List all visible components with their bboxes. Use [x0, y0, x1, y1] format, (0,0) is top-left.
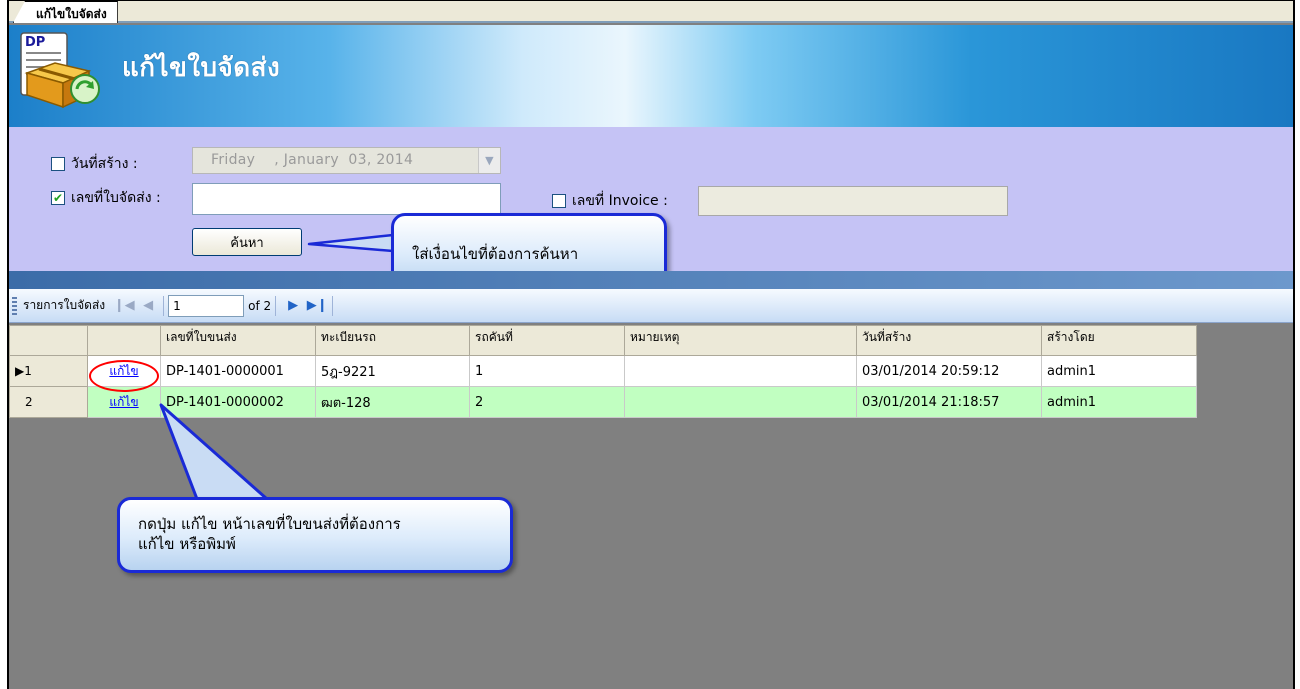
table-row[interactable]: ▶1 แก้ไข DP-1401-0000001 5ฎ-9221 1 03/01…: [9, 355, 1197, 387]
toolbar-separator: [332, 295, 334, 316]
toolbar-separator: [163, 295, 165, 316]
row-header[interactable]: 2: [9, 386, 88, 418]
move-last-icon[interactable]: ▶❙: [306, 295, 328, 317]
edit-hint-line2: แก้ไข หรือพิมพ์: [138, 535, 236, 553]
car-no-cell[interactable]: 2: [469, 386, 625, 418]
invoice-checkbox[interactable]: [552, 194, 566, 208]
invoice-input[interactable]: [698, 186, 1008, 216]
row-number: 1: [24, 364, 32, 378]
logo-text: DP: [25, 35, 45, 50]
window-frame: แก้ไขใบจัดส่ง DP แก้ไขใบจัดส่ง วันที่สร้…: [7, 0, 1295, 689]
column-header-car-no[interactable]: รถคันที่: [469, 325, 625, 356]
created-date-checkbox[interactable]: [51, 157, 65, 171]
created-date-value: Friday , January 03, 2014: [211, 152, 414, 168]
created-date-picker[interactable]: Friday , January 03, 2014 ▼: [192, 147, 501, 174]
invoice-label: เลขที่ Invoice :: [572, 193, 668, 209]
header-banner: DP แก้ไขใบจัดส่ง: [9, 25, 1293, 127]
created-by-cell[interactable]: admin1: [1041, 386, 1197, 418]
column-header-plate[interactable]: ทะเบียนรถ: [315, 325, 470, 356]
delivery-no-checkbox[interactable]: ✔: [51, 191, 65, 205]
move-first-icon[interactable]: ❙◀: [113, 295, 135, 317]
row-header[interactable]: ▶1: [9, 355, 88, 387]
doc-no-cell[interactable]: DP-1401-0000001: [160, 355, 316, 387]
invoice-row: เลขที่ Invoice :: [552, 190, 668, 212]
created-by-cell[interactable]: admin1: [1041, 355, 1197, 387]
delivery-no-row: ✔ เลขที่ใบจัดส่ง :: [51, 187, 161, 209]
delivery-no-label: เลขที่ใบจัดส่ง :: [71, 190, 161, 206]
grid-header-row: เลขที่ใบขนส่ง ทะเบียนรถ รถคันที่ หมายเหต…: [9, 325, 1197, 356]
car-no-cell[interactable]: 1: [469, 355, 625, 387]
column-header-created[interactable]: วันที่สร้าง: [856, 325, 1042, 356]
column-header-note[interactable]: หมายเหตุ: [624, 325, 857, 356]
binding-navigator: รายการใบจัดส่ง ❙◀ ◀ 1 of 2 ▶ ▶❙: [9, 289, 1293, 323]
edit-hint-callout: กดปุ่ม แก้ไข หน้าเลขที่ใบขนส่งที่ต้องการ…: [117, 497, 513, 573]
tab-edit-delivery[interactable]: แก้ไขใบจัดส่ง: [13, 1, 118, 23]
action-cell: แก้ไข: [87, 386, 161, 418]
edit-hint-line1: กดปุ่ม แก้ไข หน้าเลขที่ใบขนส่งที่ต้องการ: [138, 515, 401, 533]
tab-strip: แก้ไขใบจัดส่ง: [9, 1, 1293, 23]
search-hint-text: ใส่เงื่อนไขที่ต้องการค้นหา: [412, 245, 579, 263]
row-header-corner: [9, 325, 88, 356]
column-header-doc-no[interactable]: เลขที่ใบขนส่ง: [160, 325, 316, 356]
column-header-created-by[interactable]: สร้างโดย: [1041, 325, 1197, 356]
edit-link[interactable]: แก้ไข: [109, 395, 138, 409]
plate-cell[interactable]: ฒต-128: [315, 386, 470, 418]
chevron-down-icon[interactable]: ▼: [478, 148, 500, 173]
note-cell[interactable]: [624, 386, 857, 418]
created-cell[interactable]: 03/01/2014 20:59:12: [856, 355, 1042, 387]
action-cell: แก้ไข: [87, 355, 161, 387]
callout-pointer: [159, 403, 269, 501]
delivery-box-icon: DP: [20, 32, 100, 109]
plate-cell[interactable]: 5ฎ-9221: [315, 355, 470, 387]
column-header-action[interactable]: [87, 325, 161, 356]
created-cell[interactable]: 03/01/2014 21:18:57: [856, 386, 1042, 418]
page-title: แก้ไขใบจัดส่ง: [122, 53, 281, 83]
delivery-no-input[interactable]: [192, 183, 501, 215]
toolbar-grip-icon[interactable]: [12, 296, 17, 315]
edit-link[interactable]: แก้ไข: [109, 364, 138, 378]
move-previous-icon[interactable]: ◀: [137, 295, 159, 317]
callout-pointer: [307, 233, 395, 253]
note-cell[interactable]: [624, 355, 857, 387]
navigator-label: รายการใบจัดส่ง: [23, 298, 106, 312]
search-button[interactable]: ค้นหา: [192, 228, 302, 256]
created-date-row: วันที่สร้าง :: [51, 153, 138, 175]
position-input[interactable]: 1: [168, 294, 245, 317]
row-number: 2: [25, 395, 33, 409]
created-date-label: วันที่สร้าง :: [71, 156, 138, 172]
record-count-label: of 2: [248, 298, 272, 313]
current-row-icon: ▶: [15, 364, 25, 378]
move-next-icon[interactable]: ▶: [282, 295, 304, 317]
toolbar-separator: [275, 295, 277, 316]
separator-bar: [9, 271, 1293, 289]
